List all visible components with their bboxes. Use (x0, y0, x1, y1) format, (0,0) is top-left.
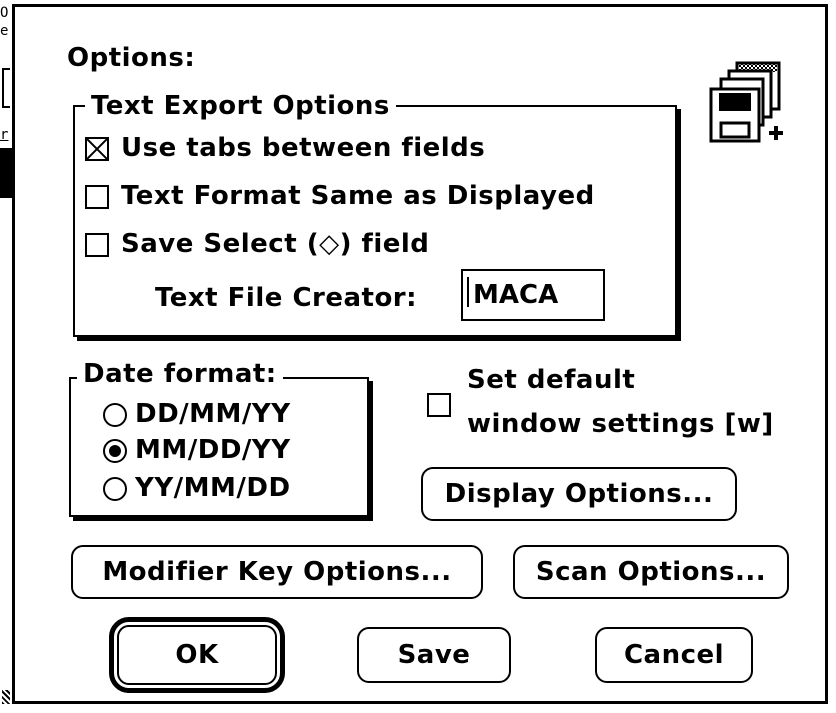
background-text: O (0, 5, 9, 21)
scan-options-button[interactable]: Scan Options... (513, 545, 789, 599)
background-selection (0, 148, 12, 198)
stacked-floppy-disks-icon (703, 57, 795, 153)
display-options-button[interactable]: Display Options... (421, 467, 737, 521)
text-format-label: Text Format Same as Displayed (121, 181, 595, 211)
text-format-checkbox[interactable] (85, 185, 109, 209)
background-field (2, 68, 10, 108)
date-format-option-ddmmyy[interactable]: DD/MM/YY (103, 399, 333, 431)
text-export-options-legend: Text Export Options (85, 91, 396, 121)
use-tabs-checkbox[interactable] (85, 137, 109, 161)
default-window-checkbox-row[interactable]: Set default window settings [w] (427, 359, 827, 441)
date-format-option-label: DD/MM/YY (135, 399, 291, 429)
save-select-label: Save Select (◇) field (121, 229, 430, 259)
date-format-option-label: MM/DD/YY (135, 435, 291, 465)
background-window-edge: O e r (0, 0, 12, 713)
background-grow-box (2, 690, 10, 704)
use-tabs-label: Use tabs between fields (121, 133, 486, 163)
default-window-checkbox[interactable] (427, 393, 451, 417)
date-format-option-mmddyy[interactable]: MM/DD/YY (103, 435, 333, 467)
date-format-option-label: YY/MM/DD (135, 473, 291, 503)
save-select-checkbox[interactable] (85, 233, 109, 257)
background-text: e (0, 23, 9, 39)
text-format-checkbox-row[interactable]: Text Format Same as Displayed (85, 181, 665, 213)
radio-button[interactable] (103, 403, 127, 427)
background-text: r (0, 127, 9, 143)
date-format-option-yymmdd[interactable]: YY/MM/DD (103, 473, 333, 505)
modifier-key-options-button[interactable]: Modifier Key Options... (71, 545, 483, 599)
radio-button-selected[interactable] (103, 439, 127, 463)
text-file-creator-label: Text File Creator: (155, 283, 418, 313)
ok-button[interactable]: OK (117, 625, 277, 685)
default-window-label-line1: Set default (467, 365, 636, 395)
save-button[interactable]: Save (357, 627, 511, 683)
text-file-creator-field[interactable]: MACA (461, 269, 605, 321)
default-window-label-line2: window settings [w] (467, 409, 774, 439)
save-select-checkbox-row[interactable]: Save Select (◇) field (85, 229, 505, 261)
cancel-button[interactable]: Cancel (595, 627, 753, 683)
date-format-legend: Date format: (77, 359, 283, 389)
text-file-creator-value: MACA (473, 280, 559, 310)
options-dialog: Options: Text Export Options Use tabs be… (12, 4, 828, 704)
use-tabs-checkbox-row[interactable]: Use tabs between fields (85, 133, 555, 165)
radio-button[interactable] (103, 477, 127, 501)
dialog-title: Options: (67, 43, 196, 73)
text-caret (467, 277, 469, 307)
